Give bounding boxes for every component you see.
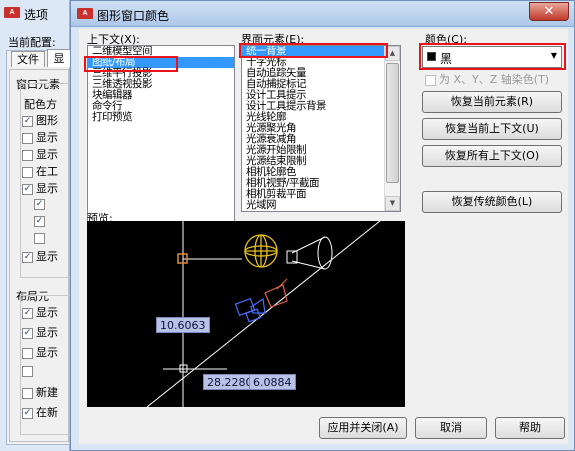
restore-current-context-button[interactable]: 恢复当前上下文(U) — [422, 118, 562, 140]
checkbox[interactable] — [22, 347, 33, 359]
cancel-button[interactable]: 取消 — [415, 417, 487, 439]
option-checkbox-row[interactable]: ✓ 显示 — [22, 324, 58, 340]
checkbox-label: 在新 — [36, 406, 58, 419]
context-item[interactable]: 打印预览 — [88, 112, 234, 123]
checkbox-label: 显示 — [36, 148, 58, 161]
coord-tooltip-y: 6.0884 — [249, 374, 296, 390]
dialog-titlebar[interactable]: A 图形窗口颜色 ✕ — [71, 1, 574, 27]
scroll-down-arrow-icon[interactable]: ▼ — [385, 196, 400, 211]
option-checkbox-row[interactable]: 新建 — [22, 384, 58, 400]
interface-element-item[interactable]: 光域网 — [242, 200, 384, 211]
tint-axis-checkbox-box[interactable] — [425, 74, 436, 86]
color-scheme-label: 配色方 — [24, 98, 57, 111]
camera-blue — [234, 297, 266, 323]
preview-canvas: 10.6063 28.2280 6.0884 — [87, 221, 405, 407]
color-highlight-box — [419, 43, 566, 70]
option-checkbox-row[interactable]: ✓ 显示 — [22, 180, 58, 196]
option-checkbox-row[interactable]: ✓ 显示 — [22, 304, 58, 320]
checkbox-label: 显示 — [36, 306, 58, 319]
checkbox-label: 图形 — [36, 114, 58, 127]
camera-red — [264, 278, 288, 308]
checkbox[interactable] — [22, 387, 33, 399]
tab-files[interactable]: 文件 — [11, 51, 45, 67]
tint-axis-label: 为 X、Y、Z 轴染色(T) — [439, 73, 550, 86]
checkbox[interactable]: ✓ — [34, 198, 45, 210]
tint-axis-checkbox[interactable]: 为 X、Y、Z 轴染色(T) — [425, 71, 549, 87]
checkbox-label: 显示 — [36, 131, 58, 144]
option-checkbox-row[interactable]: 显示 — [22, 129, 58, 145]
checkbox-label: 在工 — [36, 165, 58, 178]
coord-tooltip-length: 10.6063 — [156, 317, 210, 333]
option-checkbox-row[interactable]: ✓ 图形 — [22, 112, 58, 128]
option-checkbox-row[interactable]: 显示 — [22, 344, 58, 360]
checkbox-label: 显示 — [36, 346, 58, 359]
dialog-title: 图形窗口颜色 — [97, 9, 170, 23]
option-checkbox-row[interactable]: ✓ 显示 — [22, 248, 58, 264]
option-checkbox-row[interactable]: 显示 — [22, 146, 58, 162]
graphics-window-colors-dialog: A 图形窗口颜色 ✕ 上下文(X): 二维模型空间 图纸/布局 三维平行投影 三维透视… — [70, 0, 575, 451]
checkbox[interactable]: ✓ — [22, 251, 33, 263]
checkbox-label: 显示 — [36, 250, 58, 263]
option-checkbox-row[interactable]: ✓ 在新 — [22, 404, 58, 420]
checkbox[interactable]: ✓ — [22, 327, 33, 339]
options-tab-panel: 文件 显 窗口元素 配色方 ✓ 图形 显示 显示 在工 ✓ 显示 ✓ ✓ ✓ 显示 布局元 ✓ 显示 ✓… — [6, 49, 71, 445]
options-window-title: 选项 — [24, 8, 49, 22]
checkbox-label: 新建 — [36, 386, 58, 399]
tab-display[interactable]: 显 — [47, 49, 71, 67]
checkbox[interactable]: ✓ — [22, 183, 33, 195]
checkbox[interactable] — [22, 149, 33, 161]
interface-element-listbox[interactable]: 统一背景 十字光标 自动追踪矢量 自动捕捉标记 设计工具提示 设计工具提示背景 光线轮廓 光源… — [241, 45, 401, 212]
checkbox[interactable] — [22, 365, 33, 377]
element-list-scrollbar[interactable]: ▲ ▼ — [384, 46, 400, 211]
checkbox[interactable] — [22, 166, 33, 178]
checkbox[interactable]: ✓ — [34, 215, 45, 227]
checkbox[interactable]: ✓ — [22, 115, 33, 127]
autocad-app-icon: A — [77, 8, 93, 19]
option-checkbox-row[interactable]: 在工 — [22, 163, 58, 179]
apply-and-close-button[interactable]: 应用并关闭(A) — [319, 417, 407, 439]
restore-all-contexts-button[interactable]: 恢复所有上下文(O) — [422, 145, 562, 167]
close-button[interactable]: ✕ — [529, 2, 569, 21]
restore-current-element-button[interactable]: 恢复当前元素(R) — [422, 91, 562, 113]
checkbox[interactable]: ✓ — [22, 407, 33, 419]
help-button[interactable]: 帮助 — [495, 417, 565, 439]
checkbox[interactable] — [34, 232, 45, 244]
scroll-thumb[interactable] — [386, 63, 399, 183]
context-highlight-box — [84, 56, 178, 72]
option-checkbox-row[interactable]: ✓ — [34, 214, 48, 227]
checkbox[interactable]: ✓ — [22, 307, 33, 319]
checkbox[interactable] — [22, 132, 33, 144]
current-profile-label: 当前配置: — [8, 36, 56, 49]
checkbox-label: 显示 — [36, 326, 58, 339]
autocad-app-icon: A — [4, 7, 20, 18]
element-highlight-box — [239, 43, 388, 58]
dialog-body: 上下文(X): 二维模型空间 图纸/布局 三维平行投影 三维透视投影 块编辑器 命令行 打印… — [79, 29, 568, 444]
options-window: A 选项 当前配置: 文件 显 窗口元素 配色方 ✓ 图形 显示 显示 在工 ✓ 显示 ✓ ✓ ✓… — [0, 0, 71, 451]
restore-classic-colors-button[interactable]: 恢复传统颜色(L) — [422, 191, 562, 213]
options-display-page: 窗口元素 配色方 ✓ 图形 显示 显示 在工 ✓ 显示 ✓ ✓ ✓ 显示 布局元 ✓ 显示 ✓ 显示 显示新… — [9, 69, 70, 442]
wire-sphere-light — [244, 234, 278, 268]
checkbox-label: 显示 — [36, 182, 58, 195]
option-checkbox-row[interactable] — [22, 364, 36, 377]
option-checkbox-row[interactable] — [34, 231, 48, 244]
option-checkbox-row[interactable]: ✓ — [34, 197, 48, 210]
